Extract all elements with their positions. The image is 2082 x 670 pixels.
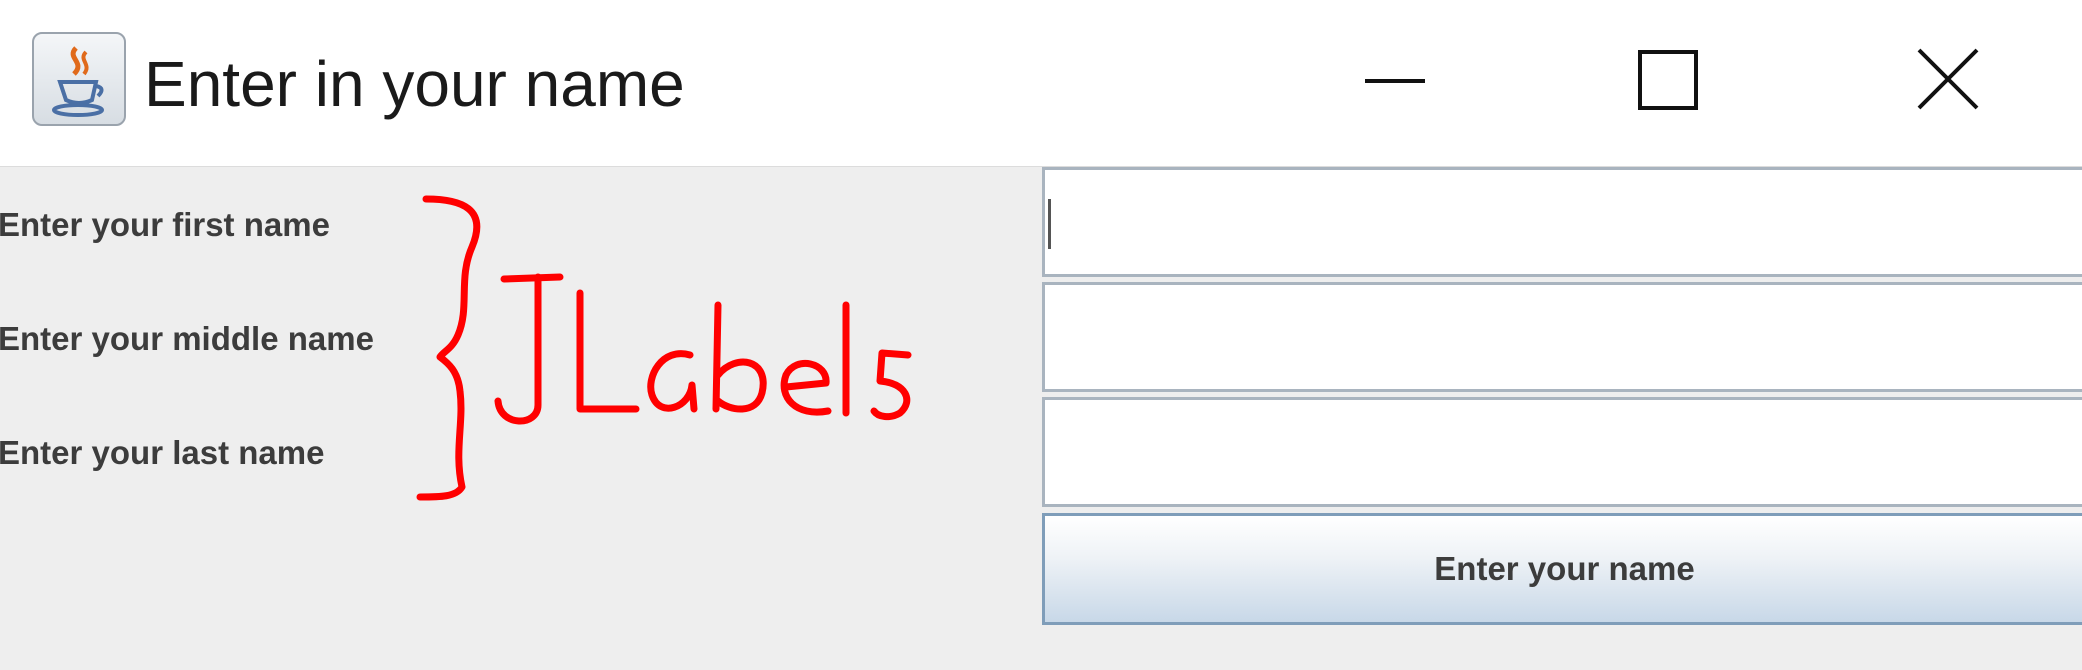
jlabels-annotation bbox=[416, 195, 912, 501]
close-icon bbox=[1917, 48, 1979, 110]
content-pane: Enter your first name Enter your middle … bbox=[0, 166, 2082, 670]
maximize-icon bbox=[1638, 50, 1698, 110]
java-cup-icon[interactable] bbox=[32, 32, 126, 126]
app-window: Enter in your name Enter your first name… bbox=[0, 0, 2082, 670]
maximize-button[interactable] bbox=[1608, 30, 1728, 130]
curly-brace-mark bbox=[416, 195, 481, 501]
first-name-label: Enter your first name bbox=[0, 206, 330, 243]
close-button[interactable] bbox=[1888, 30, 2008, 130]
enter-name-button[interactable]: Enter your name bbox=[1042, 513, 2082, 625]
minimize-icon bbox=[1365, 79, 1425, 83]
last-name-label: Enter your last name bbox=[0, 434, 325, 471]
title-bar[interactable]: Enter in your name bbox=[0, 0, 2082, 166]
middle-name-field[interactable] bbox=[1042, 282, 2082, 392]
first-name-field[interactable] bbox=[1042, 167, 2082, 277]
last-name-field[interactable] bbox=[1042, 397, 2082, 507]
middle-name-label: Enter your middle name bbox=[0, 320, 374, 357]
jlabels-handwriting bbox=[494, 273, 912, 425]
minimize-button[interactable] bbox=[1335, 30, 1455, 130]
window-title: Enter in your name bbox=[144, 48, 685, 120]
text-caret bbox=[1048, 199, 1051, 249]
